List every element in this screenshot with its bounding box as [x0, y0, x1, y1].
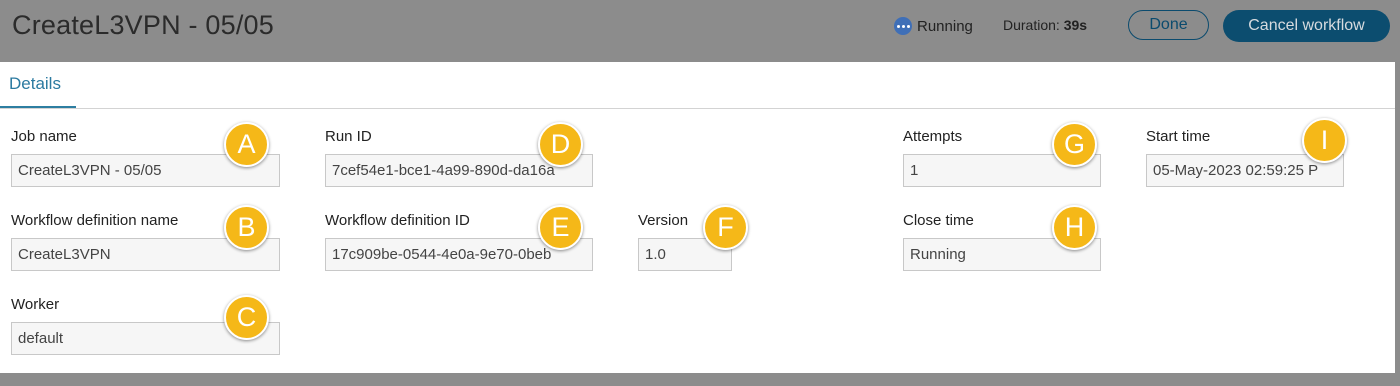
run-id-label: Run ID: [325, 128, 372, 145]
status-indicator: Running: [894, 17, 973, 35]
version-label: Version: [638, 212, 689, 229]
done-button[interactable]: Done: [1128, 10, 1209, 40]
job-name-label: Job name: [11, 128, 77, 145]
duration-label: Duration:: [1003, 17, 1060, 33]
running-dots-icon: [894, 17, 912, 35]
duration: Duration: 39s: [1003, 17, 1087, 33]
duration-value: 39s: [1063, 17, 1088, 33]
callout-marker-a: A: [224, 122, 269, 167]
details-panel: Details Job name CreateL3VPN - 05/05 Wor…: [0, 62, 1395, 373]
tab-divider: [0, 108, 1395, 109]
status-text: Running: [917, 17, 973, 35]
callout-marker-d: D: [538, 122, 583, 167]
callout-marker-i: I: [1302, 118, 1347, 163]
close-time-label: Close time: [903, 212, 974, 229]
workflow-definition-name-label: Workflow definition name: [11, 212, 179, 229]
callout-marker-b: B: [224, 205, 269, 250]
callout-marker-g: G: [1052, 122, 1097, 167]
workflow-definition-id-label: Workflow definition ID: [325, 212, 470, 229]
page-title: CreateL3VPN - 05/05: [12, 10, 274, 40]
callout-marker-c: C: [224, 295, 269, 340]
start-time-label: Start time: [1146, 128, 1211, 145]
callout-marker-e: E: [538, 205, 583, 250]
worker-label: Worker: [11, 296, 60, 313]
attempts-label: Attempts: [903, 128, 963, 145]
callout-marker-h: H: [1052, 205, 1097, 250]
cancel-workflow-button[interactable]: Cancel workflow: [1223, 10, 1390, 42]
callout-marker-f: F: [703, 205, 748, 250]
tab-details[interactable]: Details: [0, 62, 76, 108]
header-bar: CreateL3VPN - 05/05 Running Duration: 39…: [0, 0, 1400, 62]
